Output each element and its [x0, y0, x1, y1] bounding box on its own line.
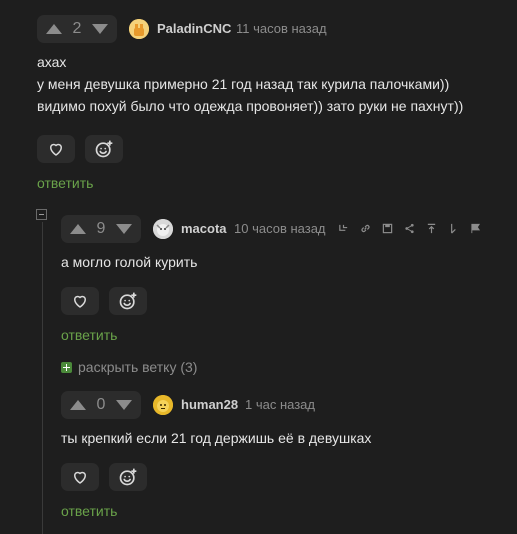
comment-author[interactable]: macota	[181, 221, 227, 236]
expand-branch-label: раскрыть ветку (3)	[78, 359, 198, 375]
upvote-button[interactable]	[46, 24, 62, 34]
upvote-button[interactable]	[70, 224, 86, 234]
emoji-reaction-button[interactable]	[109, 287, 147, 315]
avatar-paladincnc-icon	[129, 19, 149, 39]
emoji-reaction-button[interactable]	[85, 135, 123, 163]
downvote-button[interactable]	[92, 24, 108, 34]
heart-icon	[74, 295, 86, 308]
like-button[interactable]	[61, 463, 99, 491]
thread-icon[interactable]	[337, 222, 349, 234]
jump-parent-icon[interactable]	[447, 222, 459, 234]
link-icon[interactable]	[359, 222, 371, 234]
avatar[interactable]	[153, 219, 173, 239]
share-icon[interactable]	[403, 222, 415, 234]
thread-line[interactable]	[42, 222, 43, 534]
heart-icon	[50, 143, 62, 156]
reply-link[interactable]: ответить	[37, 175, 93, 191]
avatar[interactable]	[129, 19, 149, 39]
avatar-human28-icon	[153, 395, 173, 415]
reply-link[interactable]: ответить	[61, 327, 117, 343]
comment-time: 1 час назад	[245, 397, 315, 412]
expand-branch-button[interactable]: раскрыть ветку (3)	[61, 359, 197, 375]
comment-line: ахах	[37, 54, 67, 70]
comment-line: видимо похуй было что одежда провоняет))…	[37, 98, 464, 114]
avatar[interactable]	[153, 395, 173, 415]
comment-text: а могло голой курить	[61, 254, 198, 270]
like-button[interactable]	[61, 287, 99, 315]
plus-box-icon	[61, 361, 72, 373]
comment-author[interactable]: PaladinCNC	[157, 21, 231, 36]
vote-widget-comment3: 0	[61, 391, 141, 419]
vote-count: 0	[96, 396, 106, 413]
downvote-button[interactable]	[116, 224, 132, 234]
comment-text: ахах у меня девушка примерно 21 год наза…	[37, 51, 463, 117]
like-button[interactable]	[37, 135, 75, 163]
upvote-button[interactable]	[70, 400, 86, 410]
heart-icon	[74, 471, 86, 484]
comment-time: 11 часов назад	[236, 21, 327, 36]
save-icon[interactable]	[381, 222, 393, 234]
smile-plus-icon	[95, 140, 113, 158]
emoji-reaction-button[interactable]	[109, 463, 147, 491]
reply-link[interactable]: ответить	[61, 503, 117, 519]
vote-count: 2	[72, 20, 82, 37]
report-flag-icon[interactable]	[469, 222, 481, 234]
smile-plus-icon	[119, 468, 137, 486]
comment-text: ты крепкий если 21 год держишь её в деву…	[61, 430, 372, 446]
downvote-button[interactable]	[116, 400, 132, 410]
minus-icon	[39, 214, 44, 215]
collapse-branch-button[interactable]	[36, 209, 47, 220]
comment-author[interactable]: human28	[181, 397, 238, 412]
vote-widget-comment2: 9	[61, 215, 141, 243]
vote-count: 9	[96, 220, 106, 237]
vote-widget-comment1: 2	[37, 15, 117, 43]
avatar-macota-icon	[153, 219, 173, 239]
comment-time: 10 часов назад	[234, 221, 326, 236]
jump-up-icon[interactable]	[425, 222, 437, 234]
smile-plus-icon	[119, 292, 137, 310]
comment-line: у меня девушка примерно 21 год назад так…	[37, 76, 450, 92]
